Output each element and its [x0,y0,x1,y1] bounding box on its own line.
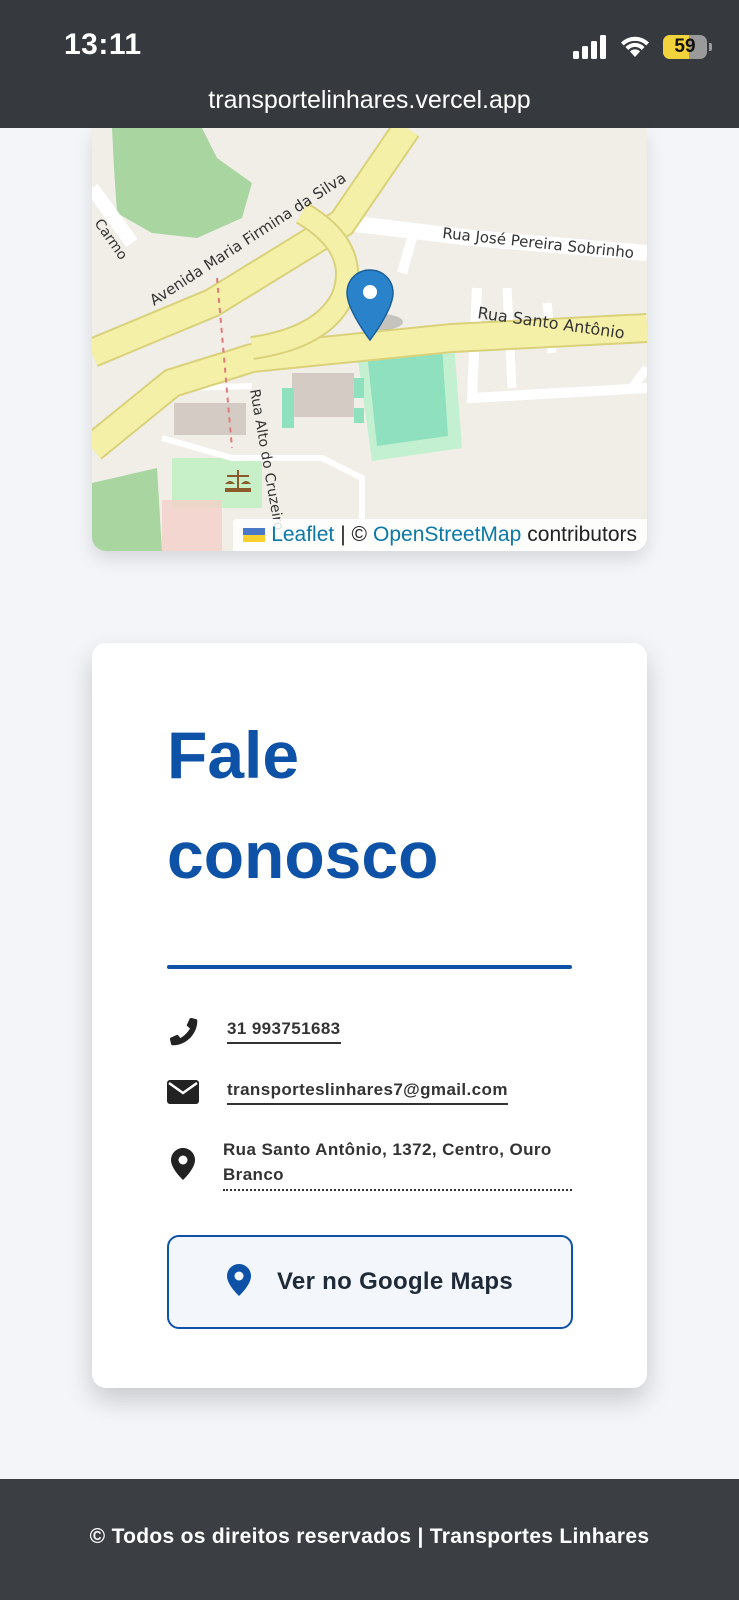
phone-link[interactable]: 31 993751683 [227,1019,341,1044]
footer: © Todos os direitos reservados | Transpo… [0,1479,739,1600]
attribution-separator: | © [340,523,368,546]
google-maps-button[interactable]: Ver no Google Maps [167,1235,573,1329]
map-attribution: Leaflet | © OpenStreetMap contributors [233,519,647,551]
ukraine-flag-icon [243,528,266,542]
email-row: transporteslinhares7@gmail.com [167,1076,572,1108]
leaflet-link[interactable]: Leaflet [271,523,334,547]
attribution-suffix: contributors [527,523,637,546]
email-link[interactable]: transporteslinhares7@gmail.com [227,1080,508,1105]
map-street-label: Rua José Pereira Sobrinho [442,224,635,262]
cellular-signal-icon [573,35,606,59]
footer-copyright: © Todos os direitos reservados | Transpo… [89,1525,650,1548]
browser-status-bar: 13:11 59 transportelinhares.vercel.app [0,0,739,128]
contact-title-line1: Fale [167,718,300,792]
map-tiles[interactable]: Avenida Maria Firmina da Silva Rua José … [92,128,647,551]
envelope-icon [167,1076,199,1108]
battery-icon: 59 [663,35,712,59]
battery-level: 59 [674,36,696,57]
status-icons: 59 [573,30,712,64]
google-maps-button-label: Ver no Google Maps [276,1268,514,1295]
phone-row: 31 993751683 [167,1015,572,1047]
contact-card: Fale conosco 31 993751683 transporteslin… [92,643,647,1388]
address-row: Rua Santo Antônio, 1372, Centro, Ouro Br… [167,1137,572,1191]
title-divider [167,965,572,969]
clock: 13:11 [64,28,142,61]
location-pin-icon [167,1148,199,1180]
location-map[interactable]: Avenida Maria Firmina da Silva Rua José … [92,128,647,551]
contact-title-line2: conosco [167,818,439,892]
address-bar-url[interactable]: transportelinhares.vercel.app [0,86,739,115]
openstreetmap-link[interactable]: OpenStreetMap [373,523,521,547]
contact-title: Fale conosco [167,705,587,905]
wifi-icon [621,36,649,57]
map-pin-icon [226,1263,251,1301]
phone-icon [167,1015,199,1047]
address-link[interactable]: Rua Santo Antônio, 1372, Centro, Ouro Br… [223,1137,572,1191]
